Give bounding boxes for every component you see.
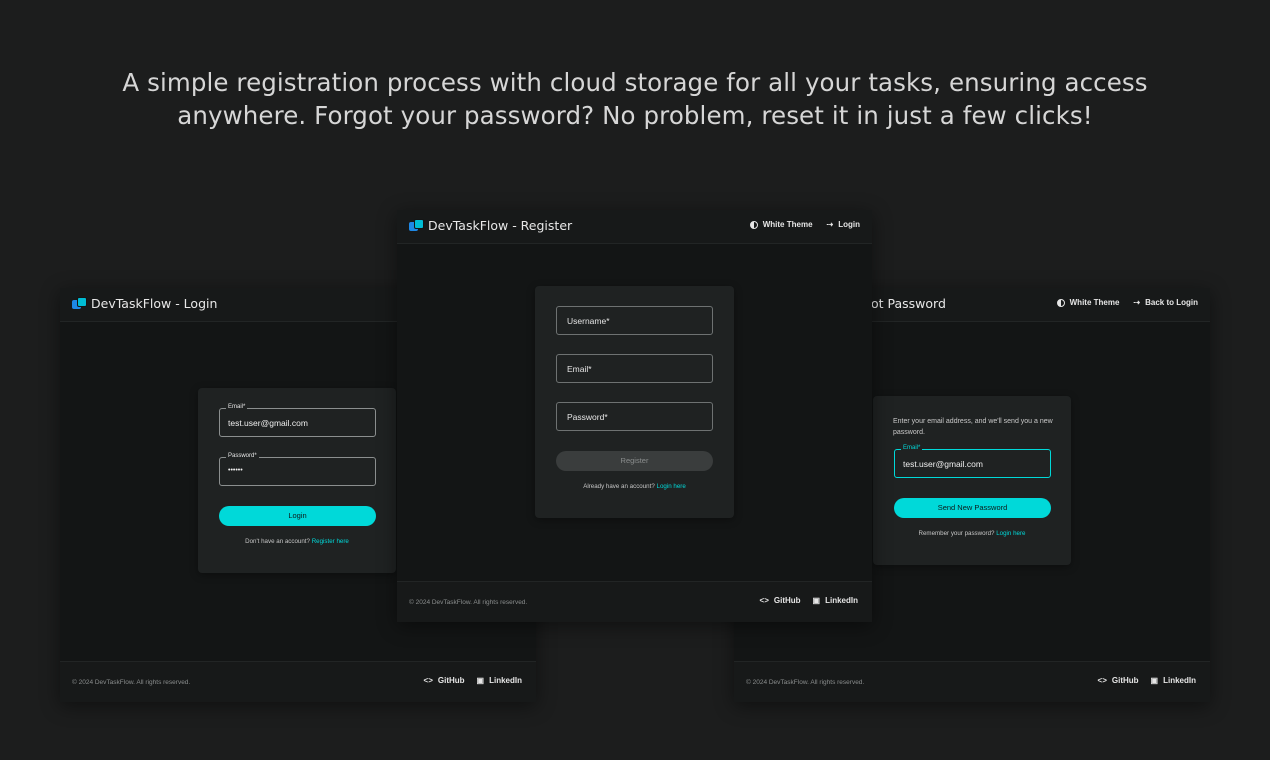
register-github-link[interactable]: <> GitHub [760, 596, 801, 605]
forgot-top-actions: White Theme ⇢ Back to Login [1056, 298, 1198, 307]
register-linkedin-link[interactable]: ▣ LinkedIn [813, 596, 858, 605]
code-icon: <> [759, 596, 769, 605]
github-label: GitHub [1111, 676, 1139, 685]
username-field[interactable]: Username* [556, 306, 713, 335]
forgot-email-value: test.user@gmail.com [903, 459, 983, 469]
login-card: Email* test.user@gmail.com Password* •••… [198, 388, 396, 573]
register-login-label: Login [838, 220, 860, 229]
login-password-field[interactable]: Password* •••••• [219, 453, 376, 486]
login-password-label: Password* [226, 453, 259, 459]
register-copyright: © 2024 DevTaskFlow. All rights reserved. [409, 599, 528, 606]
contrast-icon [1056, 298, 1065, 307]
headline: A simple registration process with cloud… [122, 68, 1148, 130]
code-icon: <> [1097, 676, 1107, 685]
back-to-login-link[interactable]: ⇢ Back to Login [1133, 298, 1198, 307]
linkedin-label: LinkedIn [825, 596, 858, 605]
register-card: Username* Email* Password* Register Alre… [535, 286, 734, 518]
register-login-note: Already have an account? Login here [535, 483, 734, 490]
register-theme-label: White Theme [762, 220, 813, 229]
login-github-link[interactable]: <> GitHub [424, 676, 465, 685]
register-password-field[interactable]: Password* [556, 402, 713, 431]
contrast-icon [749, 220, 758, 229]
login-email-field[interactable]: Email* test.user@gmail.com [219, 404, 376, 437]
send-new-password-button[interactable]: Send New Password [894, 498, 1051, 518]
forgot-linkedin-link[interactable]: ▣ LinkedIn [1151, 676, 1196, 685]
register-email-field[interactable]: Email* [556, 354, 713, 383]
forgot-theme-toggle[interactable]: White Theme [1056, 298, 1120, 307]
back-to-login-label: Back to Login [1145, 298, 1198, 307]
briefcase-icon: ▣ [1150, 676, 1159, 685]
forgot-login-note: Remember your password? Login here [873, 530, 1071, 537]
forgot-card: Enter your email address, and we'll send… [873, 396, 1071, 565]
github-label: GitHub [437, 676, 465, 685]
briefcase-icon: ▣ [476, 676, 485, 685]
register-footer: © 2024 DevTaskFlow. All rights reserved.… [397, 581, 872, 622]
register-login-link[interactable]: ⇢ Login [827, 220, 860, 229]
login-button[interactable]: Login [219, 506, 376, 526]
register-here-link[interactable]: Register here [312, 538, 349, 545]
register-button[interactable]: Register [556, 451, 713, 471]
register-brand[interactable]: DevTaskFlow - Register [409, 218, 572, 233]
forgot-copyright: © 2024 DevTaskFlow. All rights reserved. [746, 679, 865, 686]
register-title: DevTaskFlow - Register [428, 218, 573, 233]
login-arrow-icon: ⇢ [826, 220, 834, 229]
register-screenshot: DevTaskFlow - Register White Theme ⇢ Log… [397, 210, 872, 622]
code-icon: <> [423, 676, 433, 685]
login-note-text: Don't have an account? [245, 538, 310, 545]
register-password-placeholder: Password* [567, 412, 608, 422]
login-password-value: •••••• [228, 467, 243, 474]
forgot-email-label: Email* [901, 445, 923, 451]
forgot-email-field[interactable]: Email* test.user@gmail.com [894, 445, 1051, 478]
app-logo-icon [409, 219, 424, 232]
linkedin-label: LinkedIn [489, 676, 522, 685]
login-linkedin-link[interactable]: ▣ LinkedIn [477, 676, 522, 685]
github-label: GitHub [773, 596, 801, 605]
register-login-here-link[interactable]: Login here [657, 483, 686, 490]
forgot-title: ot Password [871, 296, 946, 311]
forgot-theme-label: White Theme [1069, 298, 1120, 307]
register-email-placeholder: Email* [567, 364, 592, 374]
forgot-footer: © 2024 DevTaskFlow. All rights reserved.… [734, 661, 1210, 702]
register-topbar: DevTaskFlow - Register White Theme ⇢ Log… [397, 210, 872, 244]
login-register-note: Don't have an account? Register here [198, 538, 396, 545]
forgot-github-link[interactable]: <> GitHub [1098, 676, 1139, 685]
briefcase-icon: ▣ [812, 596, 821, 605]
app-logo-icon [72, 297, 87, 310]
forgot-description: Enter your email address, and we'll send… [893, 418, 1053, 436]
register-note-text: Already have an account? [583, 483, 655, 490]
linkedin-label: LinkedIn [1163, 676, 1196, 685]
login-email-label: Email* [226, 404, 248, 410]
login-title: DevTaskFlow - Login [91, 296, 218, 311]
register-top-actions: White Theme ⇢ Login [749, 220, 860, 229]
login-footer: © 2024 DevTaskFlow. All rights reserved.… [60, 661, 536, 702]
login-email-value: test.user@gmail.com [228, 418, 308, 428]
login-arrow-icon: ⇢ [1133, 298, 1141, 307]
register-theme-toggle[interactable]: White Theme [749, 220, 813, 229]
forgot-note-text: Remember your password? [918, 530, 995, 537]
username-placeholder: Username* [567, 316, 610, 326]
login-copyright: © 2024 DevTaskFlow. All rights reserved. [72, 679, 191, 686]
forgot-login-here-link[interactable]: Login here [996, 530, 1025, 537]
forgot-brand[interactable]: ot Password [871, 296, 946, 311]
login-brand[interactable]: DevTaskFlow - Login [72, 296, 217, 311]
